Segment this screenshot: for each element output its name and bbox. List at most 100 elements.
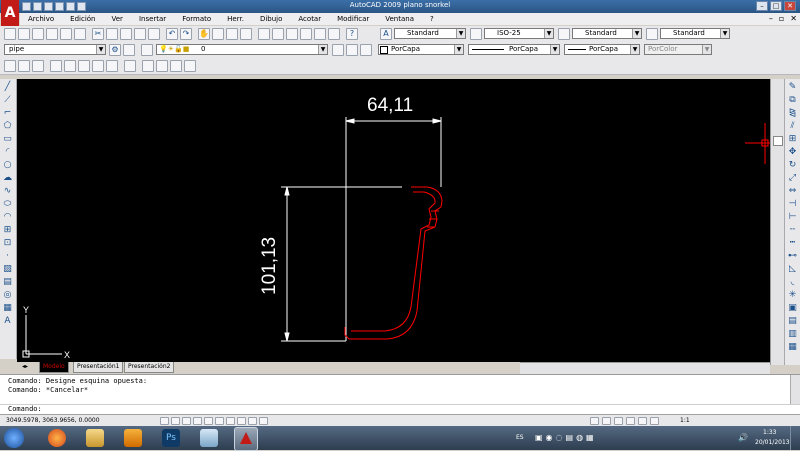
text-style-select[interactable]: Standard ▼ <box>394 28 466 39</box>
ortho-icon[interactable] <box>182 417 191 425</box>
multileader-style-icon[interactable] <box>646 28 658 40</box>
spline-icon[interactable]: ∿ <box>2 186 13 197</box>
autocad-app-icon[interactable]: A <box>1 0 19 26</box>
clock-date[interactable]: 20/01/2013 <box>755 439 790 446</box>
layer-previous-icon[interactable] <box>346 44 358 56</box>
volume-icon[interactable]: 🔊 <box>738 433 748 442</box>
offset-icon[interactable]: ⫽ <box>787 121 798 132</box>
quick-dim-icon[interactable] <box>124 60 136 72</box>
dim-linear-icon[interactable] <box>4 60 16 72</box>
otrack-icon[interactable] <box>215 417 224 425</box>
insert-block-icon[interactable]: ⊞ <box>2 225 13 236</box>
design-center-icon[interactable] <box>272 28 284 40</box>
polygon-icon[interactable]: ⬠ <box>2 121 13 132</box>
region-icon[interactable]: ◎ <box>2 290 13 301</box>
zoom-realtime-icon[interactable] <box>212 28 224 40</box>
menu-formato[interactable]: Formato <box>174 15 219 23</box>
grid-icon[interactable] <box>171 417 180 425</box>
quick-properties-icon[interactable] <box>259 417 268 425</box>
ducs-icon[interactable] <box>226 417 235 425</box>
dim-continue-icon[interactable] <box>156 60 168 72</box>
workspace-save-icon[interactable] <box>123 44 135 56</box>
draworder-icon[interactable]: ▣ <box>787 303 798 314</box>
dim-radius-icon[interactable] <box>64 60 76 72</box>
pedit-icon[interactable]: ▦ <box>787 342 798 353</box>
layer-states-icon[interactable] <box>360 44 372 56</box>
arc-icon[interactable]: ◜ <box>2 147 13 158</box>
snap-mode-icon[interactable] <box>160 417 169 425</box>
dim-style-icon[interactable] <box>470 28 482 40</box>
break-point-icon[interactable]: ╌ <box>787 225 798 236</box>
table-style-select[interactable]: Standard ▼ <box>572 28 642 39</box>
copy-object-icon[interactable]: ⧉ <box>787 95 798 106</box>
language-indicator[interactable]: ES <box>516 434 524 441</box>
menu-herr[interactable]: Herr. <box>219 15 252 23</box>
pan-status-icon[interactable] <box>614 417 623 425</box>
workspace-select[interactable]: pipe ▼ <box>4 44 106 55</box>
tray-icons[interactable]: ▣◉◌▤◍▦ <box>535 433 597 442</box>
menu-insertar[interactable]: Insertar <box>131 15 174 23</box>
workspace-settings-icon[interactable]: ⚙ <box>109 44 121 56</box>
dim-ordinate-icon[interactable] <box>50 60 62 72</box>
dim-diameter-icon[interactable] <box>92 60 104 72</box>
horizontal-dimension[interactable] <box>345 117 442 341</box>
array-icon[interactable]: ⊞ <box>787 134 798 145</box>
lineweight-toggle-icon[interactable] <box>248 417 257 425</box>
move-icon[interactable]: ✥ <box>787 147 798 158</box>
tab-layout1[interactable]: Presentación1 <box>73 362 124 373</box>
properties-icon[interactable] <box>258 28 270 40</box>
join-icon[interactable]: ⊷ <box>787 251 798 262</box>
tool-palettes-icon[interactable] <box>286 28 298 40</box>
model-space-icon[interactable] <box>590 417 599 425</box>
steeringwheel-icon[interactable] <box>638 417 647 425</box>
dyn-icon[interactable] <box>237 417 246 425</box>
text-style-icon[interactable]: A <box>380 28 392 40</box>
qnew-icon[interactable] <box>4 28 16 40</box>
chamfer-icon[interactable]: ◺ <box>787 264 798 275</box>
markup-icon[interactable] <box>314 28 326 40</box>
scale-icon[interactable]: ⤢ <box>787 173 798 184</box>
paste-icon[interactable] <box>120 28 132 40</box>
dim-space-icon[interactable] <box>170 60 182 72</box>
polar-icon[interactable] <box>193 417 202 425</box>
dim-angular-icon[interactable] <box>106 60 118 72</box>
menu-ventana[interactable]: Ventana <box>377 15 422 23</box>
menu-edicion[interactable]: Edición <box>62 15 103 23</box>
layer-properties-icon[interactable] <box>141 44 153 56</box>
break-icon[interactable]: ┅ <box>787 238 798 249</box>
annotation-scale[interactable]: 1:1 <box>680 415 690 426</box>
rectangle-icon[interactable]: ▭ <box>2 134 13 145</box>
zoom-status-icon[interactable] <box>626 417 635 425</box>
make-object-layer-current-icon[interactable] <box>332 44 344 56</box>
doc-close-icon[interactable]: ✕ <box>790 14 797 23</box>
layout-icon[interactable] <box>602 417 611 425</box>
minimize-button[interactable]: – <box>756 1 768 11</box>
menu-acotar[interactable]: Acotar <box>290 15 329 23</box>
point-icon[interactable]: · <box>2 251 13 262</box>
tab-model[interactable]: Modelo <box>39 362 69 373</box>
menu-modificar[interactable]: Modificar <box>329 15 377 23</box>
line-icon[interactable]: ╱ <box>2 82 13 93</box>
save-file-icon[interactable] <box>32 28 44 40</box>
scroll-thumb[interactable] <box>773 136 783 146</box>
menu-help[interactable]: ? <box>422 15 442 23</box>
match-properties-icon[interactable] <box>134 28 146 40</box>
lengthen-icon[interactable]: ▥ <box>787 329 798 340</box>
drawing-area[interactable]: 64,11 101,13 Y X <box>17 79 770 362</box>
revcloud-icon[interactable]: ☁ <box>2 173 13 184</box>
polyline-icon[interactable]: ⌐ <box>2 108 13 119</box>
align-icon[interactable]: ▤ <box>787 316 798 327</box>
copy-icon[interactable] <box>106 28 118 40</box>
redo-tool-icon[interactable]: ↷ <box>180 28 192 40</box>
ellipse-arc-icon[interactable]: ◠ <box>2 212 13 223</box>
help-icon[interactable]: ? <box>346 28 358 40</box>
vertical-scrollbar[interactable] <box>770 79 784 365</box>
dim-jogged-icon[interactable] <box>78 60 90 72</box>
maximize-button[interactable]: □ <box>770 1 782 11</box>
extend-icon[interactable]: ⊢ <box>787 212 798 223</box>
pan-icon[interactable]: ✋ <box>198 28 210 40</box>
tab-nav-arrows[interactable]: ◂▸ <box>19 362 39 372</box>
menu-dibujo[interactable]: Dibujo <box>252 15 290 23</box>
snorkel-geometry[interactable] <box>344 186 443 340</box>
open-file-icon[interactable] <box>18 28 30 40</box>
